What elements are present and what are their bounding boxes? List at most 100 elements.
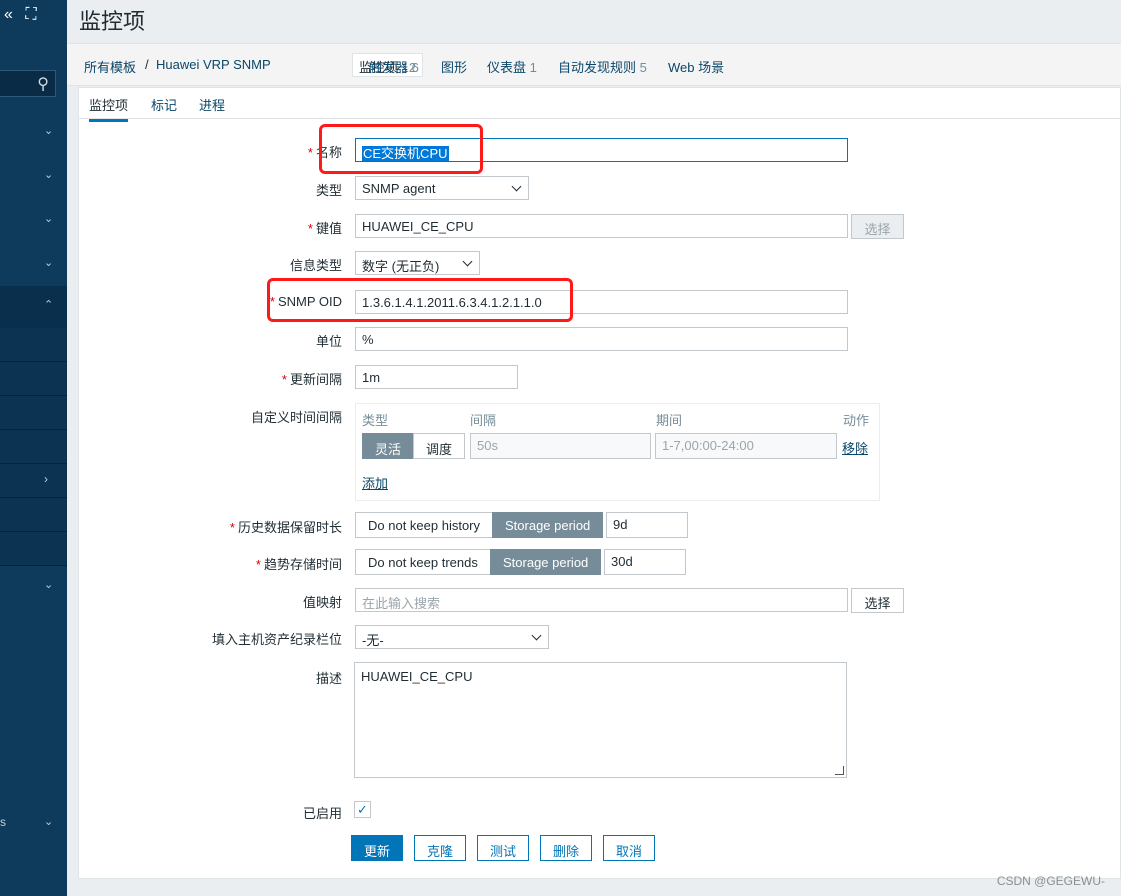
breadcrumb-template[interactable]: Huawei VRP SNMP	[156, 57, 271, 72]
tab-item[interactable]: 监控项	[89, 95, 129, 122]
scheduling-toggle[interactable]: 调度	[413, 433, 466, 459]
breadcrumb-triggers[interactable]: 触发器 6	[369, 57, 419, 76]
flexible-toggle[interactable]: 灵活	[362, 433, 415, 459]
chevron-down-icon: ⌄	[44, 816, 54, 828]
update-button[interactable]: 更新	[351, 835, 404, 861]
sidebar-menu-item-open[interactable]: ⌃	[0, 286, 67, 328]
description-label: 描述	[315, 671, 342, 686]
value-map-label: 值映射	[302, 595, 342, 610]
trends-storage-toggle[interactable]: Storage period	[490, 549, 602, 575]
history-input-value: 9d	[613, 517, 628, 532]
type-select[interactable]: SNMP agent	[355, 176, 529, 200]
history-input[interactable]: 9d	[606, 512, 688, 538]
delete-button[interactable]: 删除	[540, 835, 593, 861]
interval-period-input[interactable]: 1-7,00:00-24:00	[655, 433, 837, 459]
description-value: HUAWEI_CE_CPU	[361, 669, 473, 684]
chevron-down-icon: ⌄	[44, 213, 54, 225]
sidebar-menu-item[interactable]: ⌄	[0, 578, 67, 598]
breadcrumb-dashboards[interactable]: 仪表盘 1	[487, 57, 537, 76]
sidebar-menu-item[interactable]: ⌄	[0, 124, 67, 144]
type-label: 类型	[315, 183, 342, 198]
key-label: * 键值	[308, 218, 342, 237]
history-storage-toggle[interactable]: Storage period	[492, 512, 604, 538]
key-input-value: HUAWEI_CE_CPU	[362, 219, 474, 234]
sidebar-search-input[interactable]: ⚲	[0, 70, 56, 97]
remove-interval-link[interactable]: 移除	[842, 438, 868, 457]
units-input-value: %	[362, 332, 374, 347]
sidebar-menu-item[interactable]: ⌄	[0, 815, 67, 835]
units-label: 单位	[315, 334, 342, 349]
interval-input-value: 1m	[362, 370, 381, 385]
interval-label-text: 更新间隔	[289, 372, 342, 387]
tab-tags[interactable]: 标记	[151, 95, 177, 114]
inventory-select[interactable]: -无-	[355, 625, 549, 649]
chevron-down-icon: ⌄	[44, 169, 54, 181]
trends-no-keep-toggle[interactable]: Do not keep trends	[355, 549, 491, 575]
required-marker: *	[229, 520, 235, 535]
trends-label-text: 趋势存储时间	[263, 557, 342, 572]
key-label-text: 键值	[315, 221, 342, 236]
chevron-down-icon: ⌄	[44, 579, 54, 591]
trends-input-value: 30d	[611, 554, 633, 569]
trends-input[interactable]: 30d	[604, 549, 686, 575]
tab-process[interactable]: 进程	[199, 95, 225, 114]
sidebar-top: « ⛶	[4, 6, 45, 24]
required-marker: *	[307, 221, 313, 236]
cancel-button[interactable]: 取消	[603, 835, 656, 861]
search-icon[interactable]: ⚲	[37, 74, 49, 94]
add-interval-link[interactable]: 添加	[362, 473, 388, 492]
sidebar-submenu-item[interactable]	[0, 430, 67, 464]
required-marker: *	[307, 145, 313, 160]
history-label-text: 历史数据保留时长	[237, 520, 342, 535]
highlight-box	[267, 278, 573, 322]
sidebar-menu-item[interactable]: ⌄	[0, 168, 67, 188]
value-map-input[interactable]: 在此输入搜索	[355, 588, 848, 612]
breadcrumb-discovery-label: 自动发现规则	[558, 60, 637, 75]
col-period-header: 期间	[656, 413, 683, 428]
breadcrumb-triggers-label: 触发器	[369, 60, 409, 75]
sidebar-submenu-item[interactable]	[0, 362, 67, 396]
breadcrumb-all-templates[interactable]: 所有模板	[84, 57, 136, 76]
info-type-select[interactable]: 数字 (无正负)	[355, 251, 480, 275]
sidebar-menu-item[interactable]: ⌄	[0, 256, 67, 276]
chevron-down-icon: ⌄	[44, 125, 54, 137]
page-title: 监控项	[79, 9, 146, 34]
sidebar-submenu-item[interactable]	[0, 396, 67, 430]
item-form-panel: 监控项 标记 进程 * 名称 CE交换机CPU 类型 SNMP agent * 键值…	[78, 87, 1121, 879]
kiosk-mode-icon[interactable]: ⛶	[25, 6, 36, 24]
description-textarea[interactable]: HUAWEI_CE_CPU	[354, 662, 847, 778]
clone-button[interactable]: 克隆	[414, 835, 467, 861]
breadcrumb-separator: /	[145, 57, 149, 72]
test-button[interactable]: 测试	[477, 835, 530, 861]
trends-label: * 趋势存储时间	[256, 554, 342, 573]
history-no-keep-toggle[interactable]: Do not keep history	[355, 512, 494, 538]
resize-handle-icon[interactable]	[835, 766, 844, 775]
interval-input[interactable]: 1m	[355, 365, 518, 389]
value-map-select-button[interactable]: 选择	[851, 588, 904, 613]
chevron-down-icon: ⌄	[44, 257, 54, 269]
info-type-label: 信息类型	[289, 258, 342, 273]
interval-delay-input[interactable]: 50s	[470, 433, 651, 459]
col-interval-header: 间隔	[470, 413, 497, 428]
sidebar-submenu-item[interactable]	[0, 498, 67, 532]
key-select-button[interactable]: 选择	[851, 214, 904, 239]
interval-label: * 更新间隔	[282, 369, 342, 388]
col-action-header: 动作	[843, 413, 870, 428]
sidebar-menu-item[interactable]: ⌄	[0, 212, 67, 232]
units-input[interactable]: %	[355, 327, 848, 351]
sidebar-submenu-item[interactable]	[0, 532, 67, 566]
enabled-checkbox[interactable]: ✓	[354, 801, 371, 818]
breadcrumb-graphs[interactable]: 图形	[441, 57, 467, 76]
collapse-sidebar-icon[interactable]: «	[4, 6, 13, 24]
custom-intervals-label: 自定义时间间隔	[250, 410, 342, 425]
sidebar-submenu-item[interactable]	[0, 328, 67, 362]
breadcrumb-discovery-count: 5	[639, 60, 647, 75]
sidebar-submenu-item[interactable]: ›	[0, 464, 67, 498]
key-input[interactable]: HUAWEI_CE_CPU	[355, 214, 848, 238]
breadcrumb-discovery[interactable]: 自动发现规则 5	[558, 57, 647, 76]
highlight-box	[319, 124, 483, 174]
breadcrumb-dashboards-count: 1	[529, 60, 537, 75]
inventory-label: 填入主机资产纪录栏位	[211, 632, 342, 647]
chevron-up-icon: ⌃	[44, 299, 54, 311]
breadcrumb-web[interactable]: Web 场景	[668, 57, 724, 76]
